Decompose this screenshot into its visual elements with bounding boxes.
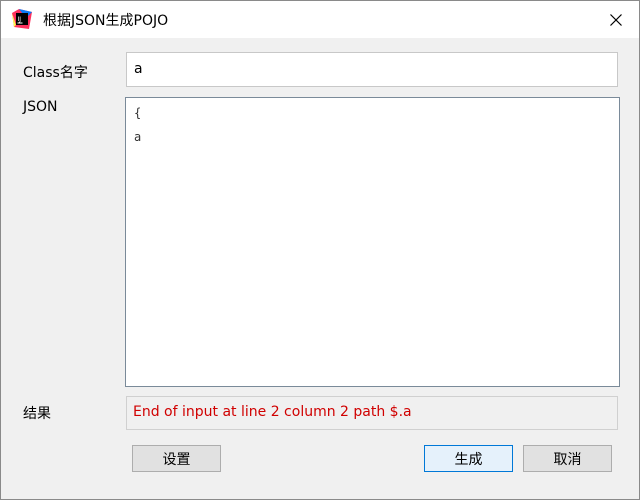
cancel-button[interactable]: 取消 — [523, 445, 612, 472]
window-title: 根据JSON生成POJO — [43, 10, 168, 30]
title-bar: IJ 根据JSON生成POJO — [1, 1, 639, 38]
dialog-window: IJ 根据JSON生成POJO Class名字 a JSON { a 结果 En… — [0, 0, 640, 500]
result-label: 结果 — [23, 403, 51, 423]
close-button[interactable] — [593, 1, 639, 38]
class-name-label: Class名字 — [23, 62, 88, 82]
json-line: { — [134, 104, 611, 128]
app-icon-text: IJ — [18, 16, 22, 23]
json-label: JSON — [23, 99, 58, 115]
intellij-icon: IJ — [12, 9, 32, 29]
settings-button[interactable]: 设置 — [132, 445, 221, 472]
json-line: a — [134, 128, 611, 152]
result-message: End of input at line 2 column 2 path $.a — [126, 396, 618, 430]
json-textarea[interactable]: { a — [125, 97, 620, 387]
class-name-input[interactable]: a — [126, 52, 618, 87]
close-icon — [610, 14, 622, 26]
generate-button[interactable]: 生成 — [424, 445, 513, 472]
